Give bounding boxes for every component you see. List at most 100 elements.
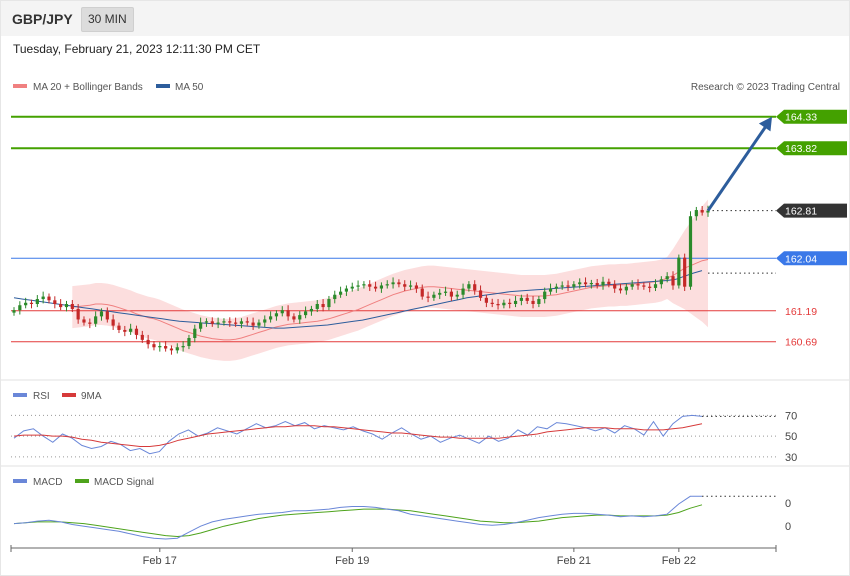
candle-body	[298, 315, 302, 320]
candle-body	[321, 304, 325, 308]
macd-legend: MACD MACD Signal	[13, 477, 154, 488]
candle-body	[618, 288, 623, 291]
macd-tick-label: 0	[785, 521, 791, 533]
candle-body	[280, 310, 284, 314]
candle-body	[578, 282, 582, 285]
candle-body	[362, 284, 366, 286]
candle-body	[385, 284, 389, 286]
candle-body	[134, 328, 139, 335]
candle-body	[99, 311, 104, 317]
legend-label-macd-signal: MACD Signal	[94, 477, 154, 488]
candle-body	[82, 319, 86, 323]
candle-body	[461, 288, 465, 295]
candle-body	[613, 284, 617, 289]
candle-body	[694, 210, 698, 217]
candle-body	[257, 322, 261, 326]
candle-body	[572, 284, 576, 287]
legend-swatch-rsi-ma	[62, 393, 76, 397]
candle-body	[531, 300, 535, 304]
candle-body	[286, 310, 290, 317]
legend-swatch-macd	[13, 479, 27, 483]
candle-body	[700, 210, 704, 213]
target-arrow-shaft	[706, 123, 769, 212]
candle-body	[117, 325, 121, 330]
bollinger-band	[72, 199, 708, 361]
rsi-tick-label: 70	[785, 410, 797, 422]
copyright-text: Research © 2023 Trading Central	[691, 82, 840, 93]
candle-body	[152, 344, 156, 348]
candle-body	[595, 282, 599, 286]
candle-body	[187, 338, 191, 347]
candle-body	[239, 321, 244, 324]
candle-body	[478, 290, 483, 298]
candle-body	[391, 282, 395, 285]
candle-body	[350, 286, 354, 289]
candle-body	[496, 304, 500, 306]
candle-body	[41, 296, 45, 300]
candle-body	[566, 285, 570, 287]
candle-body	[129, 328, 133, 332]
candle-body	[467, 284, 471, 289]
candle-body	[164, 346, 168, 349]
candle-body	[315, 304, 319, 309]
x-axis-tick-label: Feb 17	[143, 555, 177, 567]
level-label-163.82: 163.82	[785, 143, 817, 155]
candle-body	[583, 282, 588, 285]
candle-body	[373, 286, 378, 289]
candle-body	[414, 285, 419, 289]
candle-body	[519, 297, 523, 301]
candle-body	[432, 294, 436, 298]
candle-body	[146, 339, 150, 345]
candle-body	[88, 322, 92, 324]
candle-body	[204, 321, 209, 323]
chart-canvas[interactable]: MA 20 + Bollinger Bands MA 50 Research ©…	[0, 0, 850, 576]
candle-body	[274, 313, 279, 317]
candle-body	[12, 310, 16, 313]
candle-body	[397, 282, 401, 285]
candle-body	[648, 286, 652, 288]
rsi-tick-label: 50	[785, 431, 797, 443]
candle-body	[630, 284, 634, 287]
rsi-legend: RSI 9MA	[13, 391, 102, 402]
level-label-164.33: 164.33	[785, 112, 817, 124]
candle-body	[589, 282, 593, 285]
x-axis-tick-label: Feb 19	[335, 555, 369, 567]
price-legend: MA 20 + Bollinger Bands MA 50	[13, 82, 204, 93]
candle-body	[18, 305, 22, 311]
candle-body	[484, 297, 488, 303]
level-label-160.69: 160.69	[785, 337, 817, 349]
candle-body	[199, 322, 203, 329]
candle-body	[513, 300, 518, 304]
candle-body	[554, 286, 558, 289]
candle-body	[688, 216, 693, 287]
candle-body	[64, 304, 69, 308]
candle-body	[269, 316, 273, 320]
candle-body	[548, 288, 553, 292]
legend-label-ma50: MA 50	[175, 82, 204, 93]
candle-body	[473, 284, 477, 291]
candle-body	[123, 329, 127, 332]
candle-body	[426, 296, 430, 298]
candle-body	[408, 285, 413, 287]
candle-body	[338, 291, 343, 295]
candle-body	[76, 308, 80, 320]
candle-body	[158, 346, 162, 348]
candle-body	[210, 321, 214, 324]
candle-body	[607, 281, 611, 285]
candle-body	[222, 321, 226, 323]
candle-body	[560, 285, 564, 287]
candle-body	[344, 288, 349, 292]
rsi-line	[13, 414, 703, 455]
candle-body	[502, 302, 506, 306]
macd-signal-line	[13, 504, 703, 538]
x-axis: Feb 17 Feb 19 Feb 21 Feb 22	[10, 545, 777, 567]
candle-body	[327, 299, 331, 308]
candle-body	[245, 321, 249, 323]
candle-body	[303, 311, 308, 316]
candle-body	[70, 304, 74, 309]
candle-body	[216, 322, 220, 324]
candle-body	[292, 316, 296, 320]
candle-body	[105, 311, 109, 320]
candle-body	[443, 291, 448, 293]
candle-body	[251, 322, 255, 326]
